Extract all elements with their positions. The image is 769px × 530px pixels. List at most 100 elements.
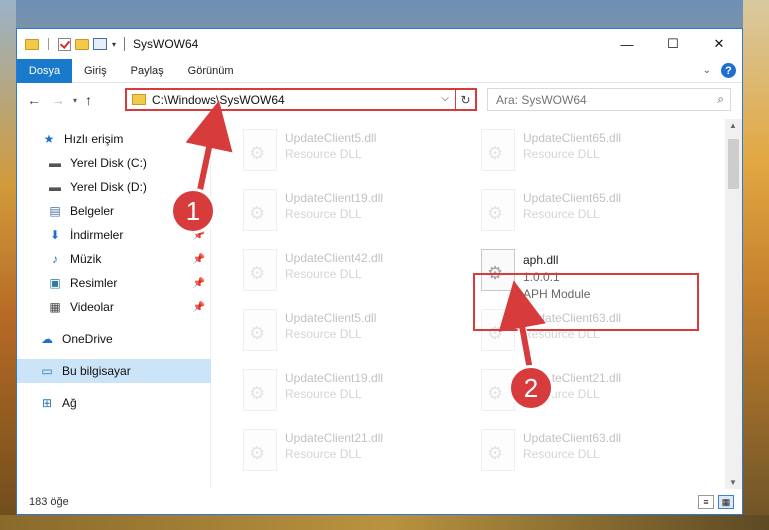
properties-check-icon[interactable] [58, 37, 71, 51]
sidebar-item-label: Resimler [70, 276, 118, 290]
address-history-chevron-icon[interactable]: ⌵ [441, 93, 449, 104]
ribbon-right-controls: ⌄ ? [703, 63, 736, 78]
file-type: Resource DLL [285, 147, 362, 161]
sidebar-item-onedrive[interactable]: ☁ OneDrive [17, 327, 211, 351]
sidebar-item-label: Hızlı erişim [64, 132, 124, 146]
file-item[interactable]: UpdateClient5.dll Resource DLL [213, 125, 443, 181]
tab-share[interactable]: Paylaş [119, 65, 176, 77]
window-controls: — ☐ ✕ [604, 29, 742, 59]
sidebar-item-network[interactable]: ⊞ Ağ [17, 391, 211, 415]
folder-icon [132, 94, 146, 105]
pin-icon[interactable]: 📌 [193, 302, 205, 313]
scroll-down-arrow-icon[interactable]: ▼ [729, 478, 737, 487]
ribbon-tabs: Dosya Giriş Paylaş Görünüm ⌄ ? [17, 58, 742, 83]
file-name: UpdateClient19.dll [285, 371, 384, 385]
back-button[interactable]: ← [27, 92, 41, 108]
file-name: UpdateClient5.dll [285, 131, 377, 145]
address-bar[interactable]: C:\Windows\SysWOW64 ⌵ ↻ [125, 88, 477, 111]
customize-toolbar-chevron-icon[interactable]: ▾ [112, 40, 116, 49]
recent-locations-button[interactable]: ▾ [73, 96, 77, 105]
file-item[interactable]: UpdateClient5.dll Resource DLL [213, 305, 443, 361]
file-list: UpdateClient5.dll Resource DLL UpdateCli… [213, 119, 727, 489]
help-icon[interactable]: ? [721, 63, 736, 78]
file-name: UpdateClient5.dll [285, 311, 377, 325]
network-icon: ⊞ [41, 396, 53, 410]
file-type: Resource DLL [285, 207, 362, 221]
file-name: UpdateClient65.dll [523, 191, 622, 205]
step-badge-1: 1 [170, 188, 216, 234]
pin-icon[interactable]: 📌 [193, 278, 205, 289]
dll-file-icon [243, 429, 277, 471]
desktop-wallpaper-right [743, 0, 769, 530]
sidebar-item-pictures[interactable]: ▣ Resimler 📌 [17, 271, 211, 295]
drive-icon: ▬ [49, 156, 61, 170]
file-name: UpdateClient63.dll [523, 431, 622, 445]
file-type: Resource DLL [523, 147, 600, 161]
desktop-wallpaper-bottom [0, 515, 769, 530]
file-type: Resource DLL [523, 207, 600, 221]
file-name: UpdateClient21.dll [285, 431, 384, 445]
properties-icon[interactable] [93, 38, 107, 50]
documents-icon: ▤ [49, 204, 61, 218]
view-switcher: ≡ ▦ [698, 495, 734, 509]
step-badge-2: 2 [508, 365, 554, 411]
file-item[interactable]: UpdateClient65.dll Resource DLL [451, 185, 681, 241]
file-item[interactable]: UpdateClient63.dll Resource DLL [451, 425, 681, 481]
scroll-up-arrow-icon[interactable]: ▲ [729, 121, 737, 130]
expand-ribbon-chevron-icon[interactable]: ⌄ [703, 65, 711, 76]
dll-file-icon [481, 429, 515, 471]
address-path[interactable]: C:\Windows\SysWOW64 [152, 93, 285, 107]
file-explorer-window: ▾ SysWOW64 — ☐ ✕ Dosya Giriş Paylaş Görü… [16, 28, 743, 515]
scroll-thumb[interactable] [728, 139, 739, 189]
pin-icon[interactable]: 📌 [193, 254, 205, 265]
tiles-view-icon[interactable]: ▦ [718, 495, 734, 509]
up-button[interactable]: ↑ [85, 92, 92, 108]
minimize-button[interactable]: — [604, 29, 650, 59]
file-type: Resource DLL [285, 327, 362, 341]
dll-file-icon [243, 129, 277, 171]
sidebar-item-local-disk-c[interactable]: ▬ Yerel Disk (C:) [17, 151, 211, 175]
title-bar: ▾ SysWOW64 — ☐ ✕ [17, 29, 742, 59]
sidebar-item-videos[interactable]: ▦ Videolar 📌 [17, 295, 211, 319]
search-input[interactable] [488, 92, 698, 107]
file-item[interactable]: UpdateClient21.dll Resource DLL [213, 425, 443, 481]
file-item[interactable]: UpdateClient19.dll Resource DLL [213, 365, 443, 421]
refresh-button[interactable]: ↻ [455, 90, 475, 109]
file-item[interactable]: UpdateClient19.dll Resource DLL [213, 185, 443, 241]
tab-view[interactable]: Görünüm [176, 65, 246, 77]
dll-file-icon [481, 129, 515, 171]
aph-dll-highlight-frame [473, 273, 699, 331]
file-item[interactable]: UpdateClient21.dll Resource DLL [451, 365, 681, 421]
sidebar-item-label: Ağ [62, 396, 77, 410]
dll-file-icon [243, 369, 277, 411]
search-box[interactable]: ⌕ [487, 88, 731, 111]
sidebar-item-label: Belgeler [70, 204, 115, 218]
forward-button[interactable]: → [51, 92, 65, 108]
close-button[interactable]: ✕ [696, 29, 742, 59]
dll-file-icon [243, 189, 277, 231]
file-item[interactable]: UpdateClient42.dll Resource DLL [213, 245, 443, 301]
vertical-scrollbar[interactable]: ▲ ▼ [725, 119, 742, 489]
tab-file[interactable]: Dosya [17, 58, 72, 83]
sidebar-item-label: Yerel Disk (D:) [70, 180, 147, 194]
sidebar-item-music[interactable]: ♪ Müzik 📌 [17, 247, 211, 271]
quick-access-toolbar: ▾ [17, 37, 116, 51]
status-bar: 183 öğe ≡ ▦ [17, 490, 742, 514]
sidebar-item-quick-access[interactable]: ★ Hızlı erişim [17, 127, 211, 151]
details-view-icon[interactable]: ≡ [698, 495, 714, 509]
search-icon[interactable]: ⌕ [717, 92, 724, 107]
dll-file-icon [243, 249, 277, 291]
file-type: Resource DLL [285, 267, 362, 281]
file-name: UpdateClient42.dll [285, 251, 384, 265]
tab-home[interactable]: Giriş [72, 65, 119, 77]
maximize-button[interactable]: ☐ [650, 29, 696, 59]
videos-icon: ▦ [49, 300, 61, 314]
sidebar-item-label: İndirmeler [70, 228, 124, 242]
sidebar-item-this-pc[interactable]: ▭ Bu bilgisayar [17, 359, 211, 383]
file-item[interactable]: UpdateClient65.dll Resource DLL [451, 125, 681, 181]
navigation-pane: ★ Hızlı erişim ▬ Yerel Disk (C:) ▬ Yerel… [17, 119, 211, 489]
new-folder-icon[interactable] [75, 38, 89, 50]
file-name: aph.dll [523, 253, 559, 267]
cloud-icon: ☁ [41, 332, 53, 346]
navigation-bar: ← → ▾ ↑ C:\Windows\SysWOW64 ⌵ ↻ ⌕ [17, 84, 742, 116]
